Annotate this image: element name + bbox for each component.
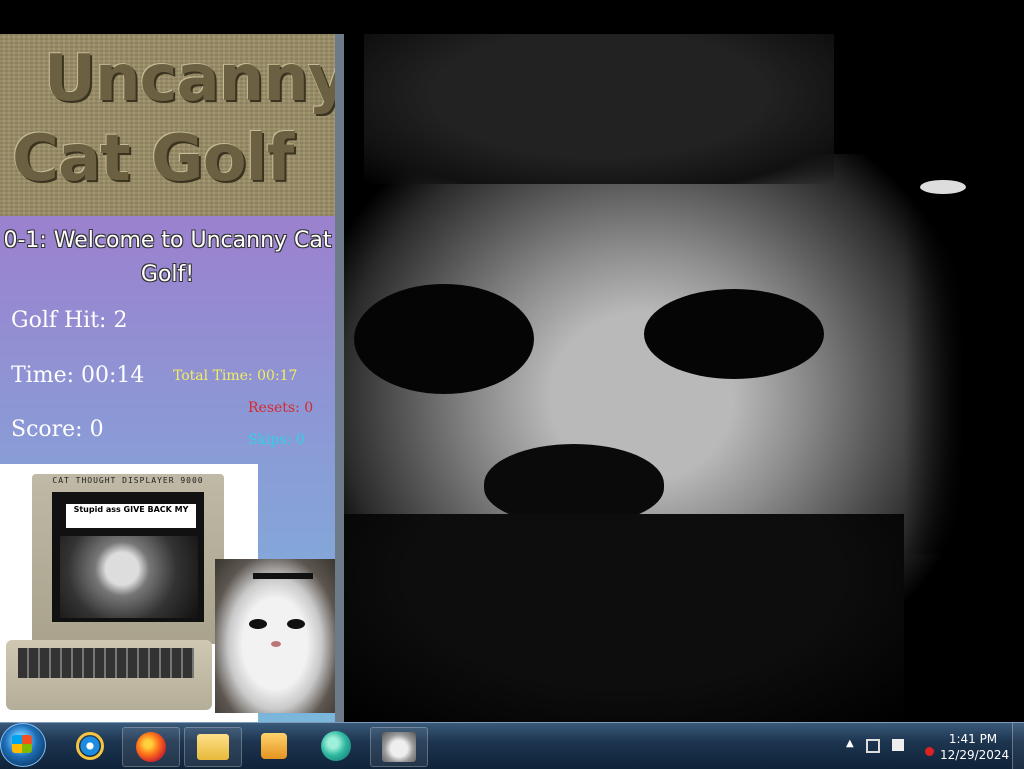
cat-mouth-shadow bbox=[344, 514, 904, 722]
taskbar-firefox[interactable] bbox=[122, 727, 180, 767]
monitor: CAT THOUGHT DISPLAYER 9000 Stupid ass GI… bbox=[32, 474, 224, 644]
clock-date: 12/29/2024 bbox=[940, 748, 1010, 762]
cat-nose-shadow bbox=[484, 444, 664, 524]
taskbar-file-explorer[interactable] bbox=[184, 727, 242, 767]
right-shadow bbox=[904, 34, 1024, 554]
keyboard-keys bbox=[18, 648, 194, 678]
golf-hit-counter: Golf Hit: 2 bbox=[11, 308, 128, 333]
taskbar-clock[interactable]: 1:41 PM 12/29/2024 bbox=[940, 731, 1010, 763]
cat-game-icon bbox=[382, 732, 416, 762]
cat-webcam-photo bbox=[215, 559, 335, 713]
monitor-screen: Stupid ass GIVE BACK MY bbox=[52, 492, 204, 622]
show-desktop-button[interactable] bbox=[1012, 723, 1024, 769]
cat-left-eye-hole bbox=[354, 284, 534, 394]
taskbar-cat-game[interactable] bbox=[370, 727, 428, 767]
game-logo: Uncanny Cat Golf bbox=[0, 34, 335, 216]
panel-divider bbox=[335, 34, 344, 722]
window-top-bar bbox=[0, 0, 1024, 34]
file-explorer-icon bbox=[197, 734, 229, 760]
clock-time: 1:41 PM bbox=[948, 732, 998, 746]
volume-muted-icon[interactable] bbox=[916, 739, 934, 756]
logo-line-2: Cat Golf bbox=[12, 122, 294, 196]
level-title: 0-1: Welcome to Uncanny Cat Golf! bbox=[3, 228, 332, 287]
action-center-flag-icon[interactable] bbox=[892, 739, 904, 751]
keyboard bbox=[6, 640, 212, 710]
cat-nose bbox=[271, 641, 281, 647]
taskbar-media-player[interactable] bbox=[246, 727, 302, 765]
taskbar-app[interactable] bbox=[308, 727, 364, 765]
monitor-label: CAT THOUGHT DISPLAYER 9000 bbox=[52, 476, 204, 485]
cat-right-eye-hole bbox=[644, 289, 824, 379]
screen-cat-image bbox=[60, 536, 198, 618]
resets-counter: Resets: 0 bbox=[248, 400, 314, 416]
taskbar-internet-explorer[interactable] bbox=[62, 727, 118, 765]
network-icon[interactable] bbox=[866, 739, 880, 753]
internet-explorer-icon bbox=[76, 732, 104, 760]
logo-line-1: Uncanny bbox=[44, 42, 335, 116]
level-timer: Time: 00:14 bbox=[11, 363, 145, 388]
score-counter: Score: 0 bbox=[11, 417, 104, 442]
skips-counter: Skips: 0 bbox=[248, 432, 305, 448]
start-button[interactable] bbox=[0, 723, 46, 767]
cat-left-eye bbox=[249, 619, 267, 629]
windows-logo-icon bbox=[12, 735, 32, 753]
firefox-icon bbox=[136, 732, 166, 762]
cat-right-eye bbox=[287, 619, 305, 629]
show-hidden-arrow-icon[interactable]: ▲ bbox=[846, 738, 854, 749]
app-icon bbox=[321, 731, 351, 761]
mute-badge-icon bbox=[925, 747, 934, 756]
media-player-icon bbox=[261, 733, 287, 759]
taskbar: ▲ 1:41 PM 12/29/2024 bbox=[0, 722, 1024, 769]
light-glint bbox=[920, 180, 966, 194]
game-viewport[interactable] bbox=[344, 34, 1024, 722]
total-time: Total Time: 00:17 bbox=[173, 368, 298, 384]
dark-head-shadow bbox=[364, 34, 834, 184]
cat-speech-text: Stupid ass GIVE BACK MY bbox=[66, 504, 196, 528]
censor-bar bbox=[253, 573, 313, 579]
